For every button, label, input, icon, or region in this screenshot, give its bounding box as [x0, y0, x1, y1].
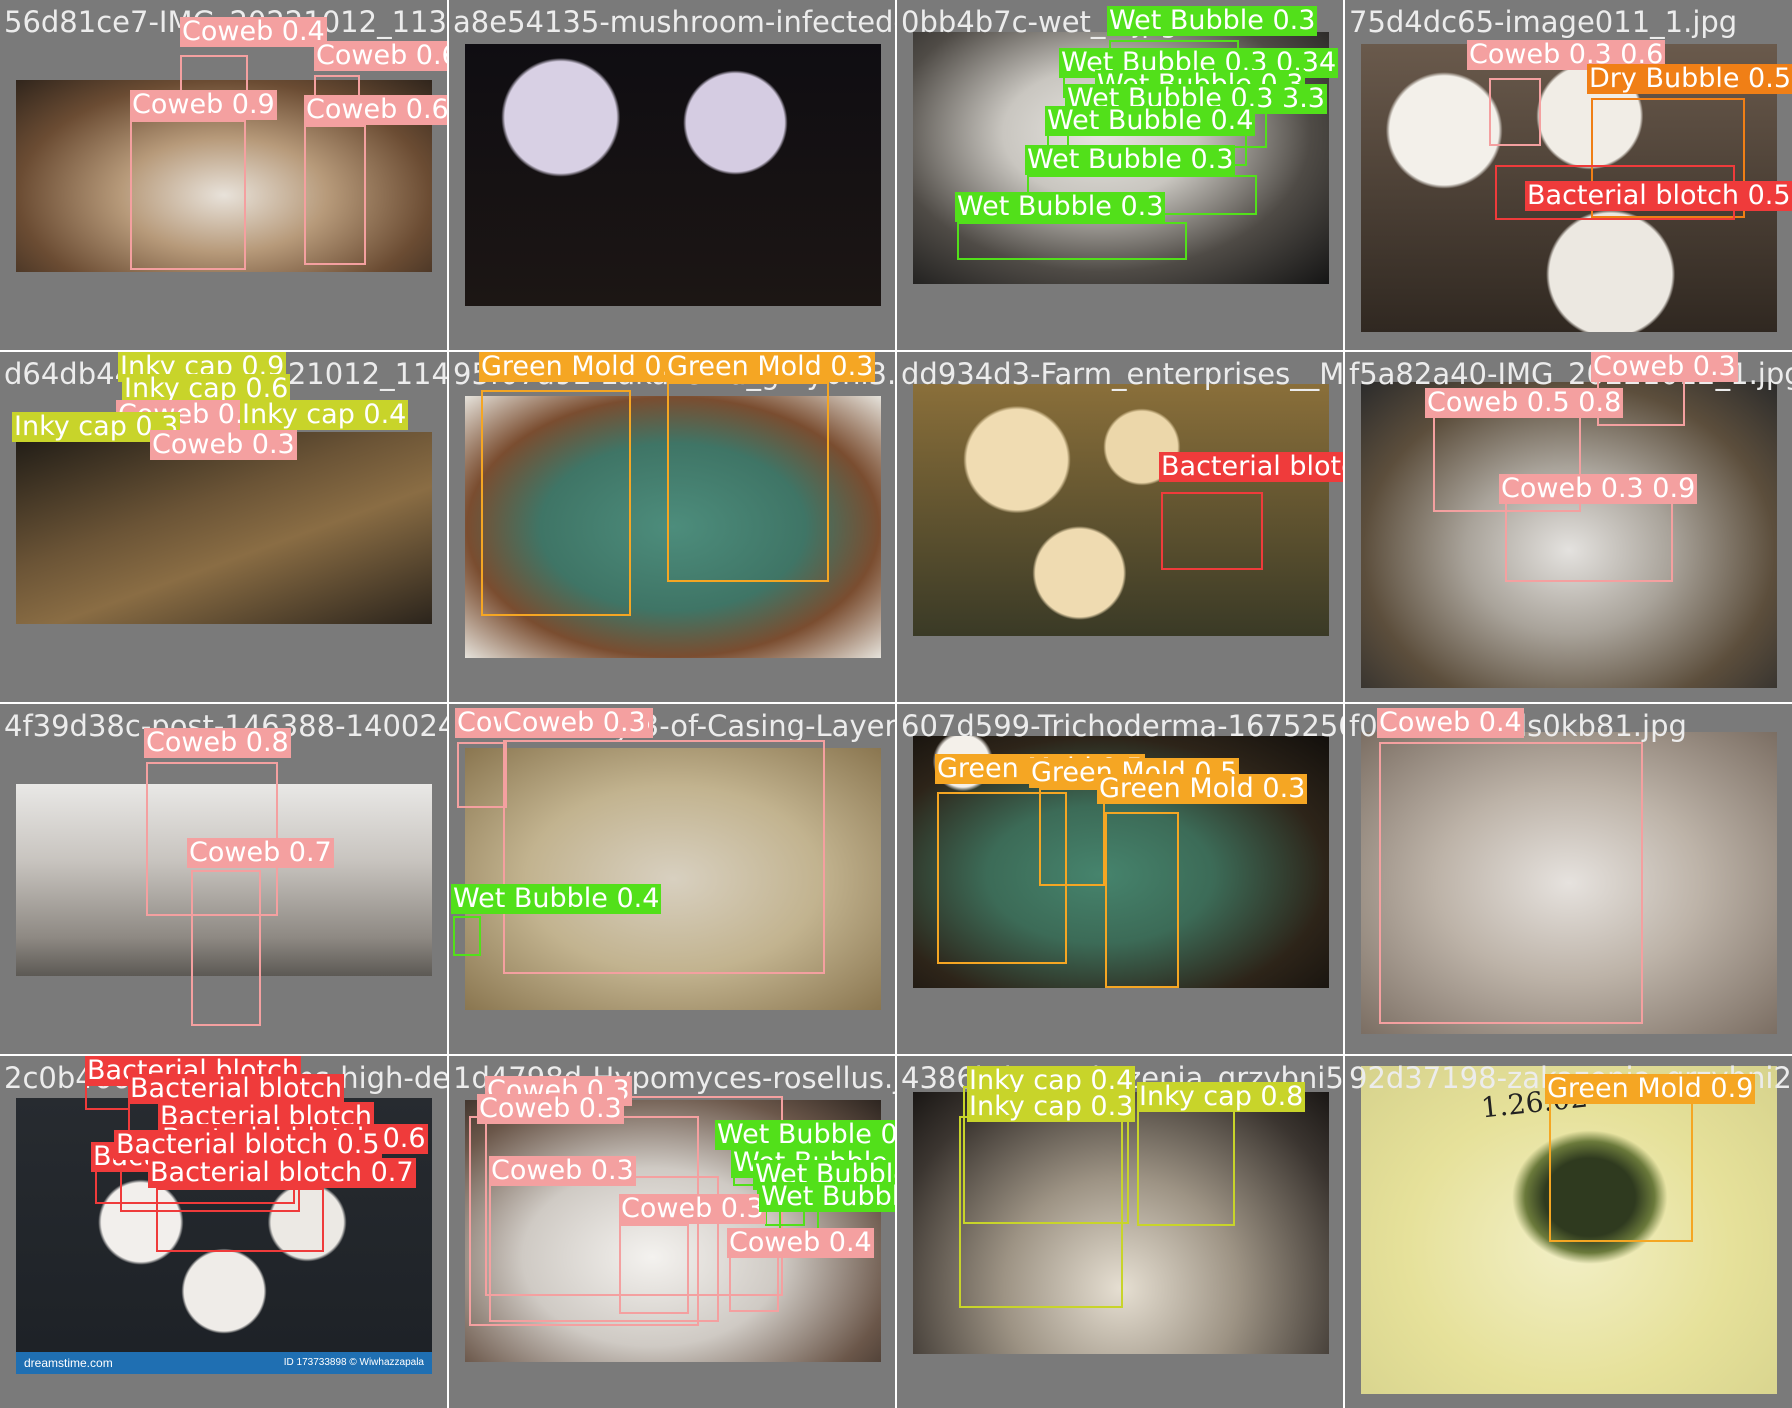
detection-label: Green Mold 0.3 [1097, 773, 1308, 804]
detection-box [457, 742, 507, 808]
image-tile: d64db447-IMG_20221012_114833.jpg Inky ca… [0, 352, 447, 702]
detection-box [1379, 742, 1643, 1024]
image-tile: 0bb4b7c-wet_3.jpg Wet Bubble 0.3 Wet Bubb… [897, 0, 1343, 350]
image-filename: a8e54135-mushroom-infected-with-verticil… [453, 5, 895, 39]
image-tile: dreamstime.com ID 173733898 © Wiwhazzapal… [0, 1056, 447, 1408]
image-tile: a8e54135-mushroom-infected-with-verticil… [449, 0, 895, 350]
detection-box [503, 740, 825, 974]
detection-label: Wet Bubble 0.3 [1107, 5, 1318, 36]
image-tile: 1d4798d-Hypomyces-rosellus.jpg Coweb 0.3… [449, 1056, 895, 1408]
detection-label: Wet Bubble 0.3 [1025, 144, 1236, 175]
detection-label: Wet Bubble 0.4 [715, 1120, 895, 1150]
image-tile: dd934d3-Farm_enterprises__Mushroom.jpg B… [897, 352, 1343, 702]
detection-box [957, 222, 1187, 260]
detection-label: Inky cap 0.8 [1137, 1081, 1306, 1112]
detection-label: Coweb 0.3 [150, 429, 297, 460]
detection-label: Inky cap 0.3 [967, 1091, 1136, 1122]
detection-grid: 56d81ce7-IMG_20221012_113922784.jpg Cowe… [0, 0, 1792, 1408]
detection-label: Wet Bubble 0.4 [1045, 105, 1256, 136]
detection-label: Inky cap 0.4 [240, 399, 409, 430]
detection-box [1489, 78, 1541, 146]
detection-box [1105, 812, 1179, 988]
detection-box [1137, 1106, 1235, 1226]
detection-label: Coweb 0.8 [144, 727, 291, 758]
detection-label: Bacterial blotch 0.5 [1525, 180, 1792, 211]
image-filename: 607d599-Trichoderma-1675250621.jpg [901, 709, 1343, 743]
detection-label: Coweb 0.6 [304, 95, 447, 125]
detection-box [1161, 492, 1263, 570]
watermark-footer: dreamstime.com ID 173733898 © Wiwhazzapal… [16, 1352, 432, 1374]
detection-label: Dry Bubble 0.5 [1587, 63, 1792, 94]
detection-box [191, 870, 261, 1026]
detection-label: Bacterial blotch 0.3 [1159, 452, 1343, 482]
detection-box [1549, 1102, 1693, 1242]
photo [913, 384, 1329, 636]
detection-label: Bacterial blotch 0.7 [148, 1157, 416, 1188]
detection-label: Wet Bubble 0.3 [955, 191, 1166, 222]
detection-label: Wet Bubble 0.4 [451, 883, 662, 914]
image-tile: 95f07a92-zakazenia_grzybni3.jpg Green Mo… [449, 352, 895, 702]
image-tile: 17cf7fb-Day-3-of-Casing-Layer-Contaminat… [449, 704, 895, 1054]
detection-label: Green Mold 0.9 [1545, 1073, 1756, 1104]
detection-label: Bacterial blotch [128, 1073, 345, 1104]
detection-label: Wet Bubble 0.5 [759, 1182, 895, 1212]
detection-label: Coweb 0.3 [619, 1193, 766, 1224]
image-tile: 1.26.02 92d37198-zakazenia_grzybni2.jpg … [1345, 1056, 1792, 1408]
detection-label: Coweb 0.4 [180, 16, 327, 47]
detection-box [481, 390, 631, 616]
detection-box [130, 120, 246, 270]
image-tile: f0bf62bb-ods0kb81.jpg Coweb 0.4 [1345, 704, 1792, 1054]
image-tile: 4f39d38c-post-146388-1400245720571.png C… [0, 704, 447, 1054]
detection-label: Bacterial blotch 0.5 [114, 1129, 382, 1160]
detection-label: Coweb 0.9 [130, 89, 277, 120]
detection-label: Coweb 0.7 [187, 837, 334, 868]
watermark-id: ID 173733898 © Wiwhazzapala [283, 1357, 424, 1368]
detection-label: Coweb 0.5 0.8 [1425, 387, 1624, 418]
watermark-brand: dreamstime.com [24, 1356, 113, 1370]
detection-label: Coweb 0.3 [501, 707, 648, 738]
detection-box [453, 916, 481, 956]
detection-box [667, 382, 829, 582]
detection-label: Coweb 0.3 [477, 1093, 624, 1124]
detection-label: Green Mold 0.3 [665, 352, 876, 382]
detection-label: Green Mold 0.7 [479, 352, 690, 382]
detection-label: Coweb 0.3 [489, 1155, 636, 1186]
image-filename: 75d4dc65-image011_1.jpg [1349, 5, 1738, 39]
detection-box [304, 125, 366, 265]
image-tile: 75d4dc65-image011_1.jpg Coweb 0.3 0.6 Dry… [1345, 0, 1792, 350]
detection-label: Coweb 0.3 0.9 [1499, 473, 1698, 504]
detection-box [959, 1116, 1123, 1308]
detection-box [619, 1224, 689, 1314]
detection-box [729, 1254, 779, 1312]
photo [465, 44, 881, 306]
image-tile: 56d81ce7-IMG_20221012_113922784.jpg Cowe… [0, 0, 447, 350]
detection-label: Coweb 0.3 [1591, 352, 1738, 382]
image-tile: 607d599-Trichoderma-1675250621.jpg Green… [897, 704, 1343, 1054]
detection-box [1505, 502, 1673, 582]
detection-box [1039, 788, 1105, 886]
photo [16, 432, 432, 624]
detection-label: Coweb 0.6 [314, 41, 447, 71]
image-tile: f5a82a40-IMG_20221012_1.jpg Coweb 0.3 Cow… [1345, 352, 1792, 702]
image-filename: dd934d3-Farm_enterprises__Mushroom.jpg [901, 357, 1343, 391]
detection-label: Coweb 0.4 [1377, 707, 1524, 738]
detection-box [156, 1188, 324, 1252]
image-tile: 4386bd59-zakazenia_grzybni5.jpg Inky cap… [897, 1056, 1343, 1408]
detection-label: Coweb 0.4 [727, 1227, 874, 1258]
